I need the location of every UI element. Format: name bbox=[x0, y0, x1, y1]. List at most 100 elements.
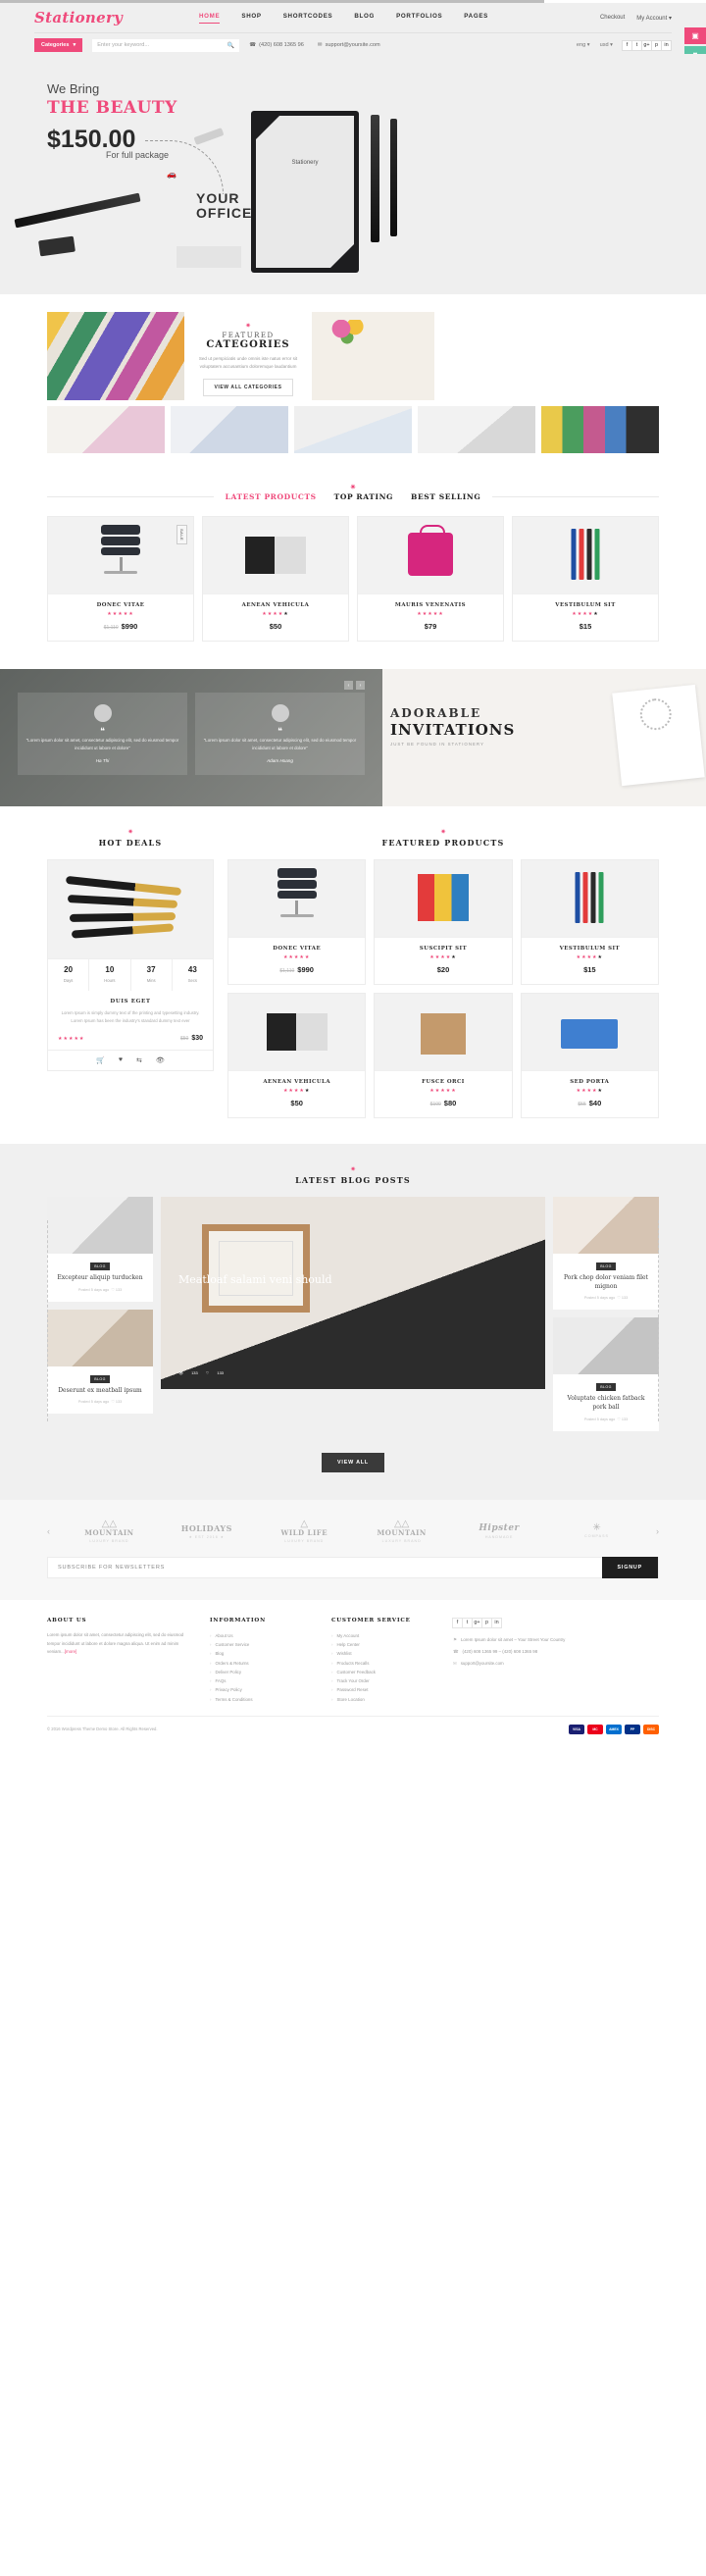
footer-more-link[interactable]: [more] bbox=[65, 1649, 76, 1654]
blog-post-card[interactable]: BLOG Excepteur aliquip turducken Posted … bbox=[47, 1197, 153, 1302]
brand-logo[interactable]: Hipster HANDMADE bbox=[461, 1523, 537, 1539]
product-image[interactable] bbox=[521, 994, 658, 1070]
floating-cart-button[interactable]: ▣ bbox=[684, 27, 706, 44]
header-phone[interactable]: ☎ (420) 608 1365 96 bbox=[249, 42, 304, 48]
category-image-notebooks[interactable] bbox=[47, 312, 184, 400]
header-email[interactable]: ✉ support@yoursite.com bbox=[318, 42, 380, 48]
testimonial-prev-button[interactable]: ‹ bbox=[344, 681, 353, 690]
product-card[interactable]: AENEAN VEHICULA ★★★★★ $50 bbox=[202, 516, 349, 642]
category-thumb-1[interactable] bbox=[47, 406, 165, 453]
footer-link[interactable]: Terms & Conditions bbox=[210, 1695, 316, 1704]
blog-post-card[interactable]: BLOG Pork chop dolor veniam filet mignon… bbox=[553, 1197, 659, 1311]
product-card[interactable]: SALE DONEC VITAE ★★★★★ $1,110 $990 bbox=[47, 516, 194, 642]
footer-link[interactable]: Customer Service bbox=[210, 1640, 316, 1649]
product-name[interactable]: AENEAN VEHICULA bbox=[232, 1079, 361, 1085]
category-image-desk[interactable] bbox=[312, 312, 434, 400]
search-input[interactable]: Enter your keyword... 🔍 bbox=[92, 38, 240, 52]
hot-deal-image[interactable] bbox=[48, 860, 213, 958]
tab-best-selling[interactable]: BEST SELLING bbox=[411, 492, 480, 501]
footer-link[interactable]: Wishlist bbox=[331, 1649, 437, 1658]
footer-link[interactable]: Store Location bbox=[331, 1695, 437, 1704]
product-image[interactable] bbox=[521, 860, 658, 937]
footer-link[interactable]: Orders & Returns bbox=[210, 1659, 316, 1668]
blog-thumbnail[interactable] bbox=[553, 1197, 659, 1254]
product-name[interactable]: FUSCE ORCI bbox=[378, 1079, 507, 1085]
brand-logo[interactable]: ✳ COMPASS bbox=[559, 1523, 635, 1539]
blog-feature-post[interactable]: Meatloaf salami veni should 👁 133 ♡ 133 bbox=[161, 1197, 545, 1389]
hot-deal-card[interactable]: 20 Days 10 Hours 37 Mins 43 Secs DUIS EGET L… bbox=[47, 859, 214, 1072]
product-card[interactable]: SUSCIPIT SIT ★★★★★ $20 bbox=[374, 859, 513, 985]
product-card[interactable]: FUSCE ORCI ★★★★★ $100 $80 bbox=[374, 993, 513, 1118]
checkout-link[interactable]: Checkout bbox=[600, 15, 625, 21]
view-all-posts-button[interactable]: VIEW ALL bbox=[322, 1452, 384, 1472]
brand-logo[interactable]: △△ MOUNTAIN LUXURY BRAND bbox=[364, 1519, 440, 1543]
newsletter-input[interactable]: SUBSCRIBE FOR NEWSLETTERS bbox=[48, 1565, 602, 1571]
product-image[interactable] bbox=[375, 994, 512, 1070]
product-image[interactable] bbox=[228, 994, 366, 1070]
product-card[interactable]: VESTIBULUM SIT ★★★★★ $15 bbox=[512, 516, 659, 642]
blog-thumbnail[interactable] bbox=[553, 1317, 659, 1375]
blog-thumbnail[interactable] bbox=[47, 1197, 153, 1254]
footer-link[interactable]: Deliver Policy bbox=[210, 1668, 316, 1676]
currency-select[interactable]: usd ▾ bbox=[600, 42, 613, 48]
cart-icon[interactable]: 🛒 bbox=[96, 1056, 105, 1064]
nav-item-blog[interactable]: BLOG bbox=[354, 13, 375, 24]
nav-item-shortcodes[interactable]: SHORTCODES bbox=[283, 13, 333, 24]
blog-post-card[interactable]: BLOG Voluptate chicken fatback pork ball… bbox=[553, 1317, 659, 1431]
language-select[interactable]: eng ▾ bbox=[577, 42, 590, 48]
brand-logo[interactable]: △ WILD LIFE LUXURY BRAND bbox=[266, 1519, 342, 1543]
nav-item-home[interactable]: HOME bbox=[199, 13, 221, 24]
product-image[interactable] bbox=[203, 517, 348, 593]
brand-logo[interactable]: HOLIDAYS ★ EST 2016 ★ bbox=[169, 1523, 245, 1539]
view-all-categories-button[interactable]: VIEW ALL CATEGORIES bbox=[203, 378, 293, 396]
category-thumb-3[interactable] bbox=[294, 406, 412, 453]
product-image[interactable] bbox=[513, 517, 658, 593]
linkedin-icon[interactable]: in bbox=[491, 1617, 502, 1628]
brand-logo[interactable]: △△ MOUNTAIN LUXURY BRAND bbox=[71, 1519, 147, 1543]
brand-next-button[interactable]: › bbox=[656, 1526, 659, 1536]
nav-item-portfolios[interactable]: PORTFOLIOS bbox=[396, 13, 442, 24]
product-image[interactable] bbox=[358, 517, 503, 593]
footer-link[interactable]: FAQs bbox=[210, 1676, 316, 1685]
footer-link[interactable]: Products Recalls bbox=[331, 1659, 437, 1668]
nav-item-shop[interactable]: SHOP bbox=[241, 13, 261, 24]
linkedin-icon[interactable]: in bbox=[661, 39, 672, 51]
product-card[interactable]: SED PORTA ★★★★★ $55 $40 bbox=[520, 993, 659, 1118]
footer-link[interactable]: Password Reset bbox=[331, 1685, 437, 1694]
nav-item-pages[interactable]: PAGES bbox=[464, 13, 488, 24]
footer-link[interactable]: Blog bbox=[210, 1649, 316, 1658]
category-thumb-5[interactable] bbox=[541, 406, 659, 453]
blog-post-title[interactable]: Voluptate chicken fatback pork ball bbox=[561, 1395, 651, 1412]
blog-post-title[interactable]: Excepteur aliquip turducken bbox=[55, 1274, 145, 1283]
product-name[interactable]: AENEAN VEHICULA bbox=[207, 602, 344, 608]
footer-link[interactable]: About Us bbox=[210, 1631, 316, 1640]
newsletter-signup-button[interactable]: SIGNUP bbox=[601, 1556, 658, 1578]
product-card[interactable]: AENEAN VEHICULA ★★★★★ $50 bbox=[227, 993, 367, 1118]
product-image[interactable]: SALE bbox=[48, 517, 193, 593]
footer-link[interactable]: Customer Feedback bbox=[331, 1668, 437, 1676]
footer-link[interactable]: Track Your Order bbox=[331, 1676, 437, 1685]
blog-post-title[interactable]: Deserunt ex meatball ipsum bbox=[55, 1387, 145, 1396]
blog-thumbnail[interactable] bbox=[47, 1309, 153, 1366]
product-name[interactable]: VESTIBULUM SIT bbox=[526, 946, 654, 952]
blog-feature-title[interactable]: Meatloaf salami veni should bbox=[178, 1273, 332, 1288]
testimonial-next-button[interactable]: › bbox=[356, 681, 365, 690]
eye-icon[interactable]: 👁 bbox=[156, 1056, 165, 1064]
product-name[interactable]: DONEC VITAE bbox=[232, 946, 361, 952]
blog-post-title[interactable]: Pork chop dolor veniam filet mignon bbox=[561, 1274, 651, 1291]
site-logo[interactable]: Stationery bbox=[34, 9, 181, 26]
my-account-link[interactable]: My Account ▾ bbox=[636, 15, 672, 22]
footer-link[interactable]: My Account bbox=[331, 1631, 437, 1640]
product-card[interactable]: VESTIBULUM SIT ★★★★★ $15 bbox=[520, 859, 659, 985]
product-image[interactable] bbox=[228, 860, 366, 937]
tab-latest-products[interactable]: LATEST PRODUCTS bbox=[226, 492, 317, 501]
blog-post-card[interactable]: BLOG Deserunt ex meatball ipsum Posted 5… bbox=[47, 1309, 153, 1415]
product-name[interactable]: VESTIBULUM SIT bbox=[517, 602, 654, 608]
search-icon[interactable]: 🔍 bbox=[227, 42, 234, 49]
product-card[interactable]: MAURIS VENENATIS ★★★★★ $79 bbox=[357, 516, 504, 642]
hot-deal-product-name[interactable]: DUIS EGET bbox=[58, 999, 203, 1005]
footer-email[interactable]: ✉ support@yoursite.com bbox=[453, 1660, 659, 1668]
footer-link[interactable]: Help Center bbox=[331, 1640, 437, 1649]
product-name[interactable]: SED PORTA bbox=[526, 1079, 654, 1085]
brand-prev-button[interactable]: ‹ bbox=[47, 1526, 50, 1536]
